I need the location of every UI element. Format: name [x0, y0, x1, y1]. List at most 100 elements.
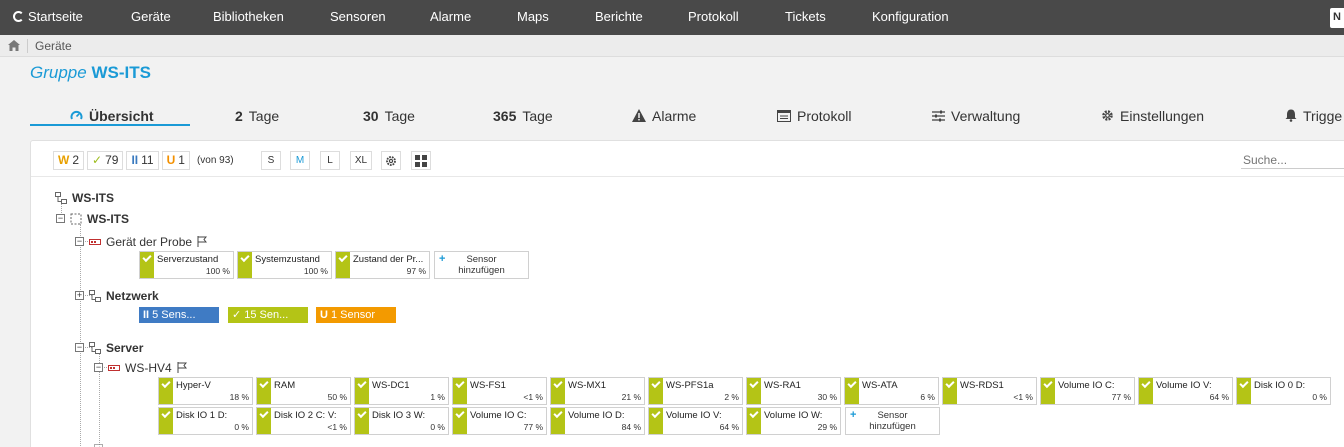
sensor-tile[interactable]: WS-RDS1 <1 %	[942, 377, 1037, 405]
flag-icon[interactable]	[197, 236, 208, 248]
sensor-tile[interactable]: Serverzustand 100 %	[139, 251, 234, 279]
unusual-counter[interactable]: U1	[161, 150, 190, 170]
sensor-tile[interactable]: Disk IO 0 D: 0 %	[1236, 377, 1331, 405]
tab-alarme[interactable]: Alarme	[632, 108, 696, 124]
sensor-value: 100 %	[205, 266, 230, 276]
sensor-tile[interactable]: Disk IO 1 D: 0 %	[158, 407, 253, 435]
ok-status-indicator	[453, 378, 467, 404]
expand-toggle[interactable]: +	[75, 291, 84, 301]
sensor-tile[interactable]: Disk IO 2 C: V: <1 %	[256, 407, 351, 435]
sensor-tile[interactable]: Volume IO V: 64 %	[1138, 377, 1233, 405]
tree-group-server[interactable]: − Server	[75, 340, 143, 355]
tile-view-button[interactable]	[411, 151, 431, 170]
tab-365-tage[interactable]: 365 Tage	[493, 108, 553, 124]
sensor-tile[interactable]: Volume IO C: 77 %	[452, 407, 547, 435]
sensor-name: Volume IO W:	[764, 410, 823, 421]
sensor-tile[interactable]: Volume IO W: 29 %	[746, 407, 841, 435]
paused-sensors-bar[interactable]: II 5 Sens...	[139, 307, 219, 323]
ok-status-indicator	[453, 408, 467, 434]
sensor-name: Disk IO 3 W:	[372, 410, 426, 421]
paused-counter[interactable]: II 11	[126, 150, 159, 170]
unusual-count: 1	[178, 153, 185, 167]
breadcrumb-item-geraete[interactable]: Geräte	[35, 39, 72, 53]
nav-bibliotheken[interactable]: Bibliotheken	[213, 9, 284, 24]
size-s-button[interactable]: S	[261, 151, 281, 170]
sensor-tile[interactable]: Volume IO D: 84 %	[550, 407, 645, 435]
tab-label: Tage	[248, 108, 280, 124]
view-settings-button[interactable]	[381, 151, 401, 170]
sensor-tile[interactable]: Hyper-V 18 %	[158, 377, 253, 405]
sensor-tile[interactable]: Volume IO V: 64 %	[648, 407, 743, 435]
tab-uebersicht[interactable]: Übersicht	[70, 108, 154, 124]
sensor-name: WS-RDS1	[960, 380, 1004, 391]
sensor-value: 77 %	[523, 422, 543, 432]
tree-device-probe[interactable]: − Gerät der Probe	[75, 234, 208, 249]
collapse-toggle[interactable]: −	[56, 214, 65, 224]
ok-counter[interactable]: ✓ 79	[87, 150, 124, 170]
tree-group-netzwerk[interactable]: + Netzwerk	[75, 288, 159, 303]
ok-sensors-bar[interactable]: ✓ 15 Sen...	[228, 307, 308, 323]
tree-probe[interactable]: − WS-ITS	[56, 211, 129, 226]
tree-next-device-partial[interactable]: −	[94, 441, 108, 447]
sensor-value: <1 %	[327, 422, 347, 432]
flag-icon[interactable]	[177, 362, 187, 374]
collapse-toggle[interactable]: −	[94, 363, 103, 373]
size-l-button[interactable]: L	[320, 151, 340, 170]
tab-protokoll[interactable]: Protokoll	[777, 108, 851, 124]
page-title-name: WS-ITS	[91, 63, 151, 82]
collapse-toggle[interactable]: −	[75, 343, 84, 353]
size-m-button[interactable]: M	[290, 151, 310, 170]
sensor-tile[interactable]: WS-RA1 30 %	[746, 377, 841, 405]
search-input[interactable]	[1241, 151, 1344, 169]
tab-trigger[interactable]: Trigge	[1285, 108, 1342, 124]
sensor-name: Volume IO V:	[1156, 380, 1212, 391]
gear-icon	[386, 156, 396, 166]
tree-root-group[interactable]: WS-ITS	[55, 190, 114, 205]
ok-status-indicator	[355, 408, 369, 434]
unusual-sensors-bar[interactable]: U1 Sensor	[316, 307, 396, 323]
add-sensor-button[interactable]: + Sensor hinzufügen	[845, 407, 940, 435]
ok-status-indicator	[649, 378, 663, 404]
tree-device-hv4[interactable]: − WS-HV4	[94, 360, 187, 375]
tab-einstellungen[interactable]: Einstellungen	[1101, 108, 1204, 124]
sensor-tile[interactable]: WS-PFS1a 2 %	[648, 377, 743, 405]
sensor-tile[interactable]: Disk IO 3 W: 0 %	[354, 407, 449, 435]
group-icon	[89, 341, 101, 354]
nav-sensoren[interactable]: Sensoren	[330, 9, 386, 24]
nav-protokoll[interactable]: Protokoll	[688, 9, 739, 24]
sensor-tile[interactable]: WS-MX1 21 %	[550, 377, 645, 405]
tab-30-tage[interactable]: 30 Tage	[363, 108, 415, 124]
ok-status-indicator	[551, 378, 565, 404]
tab-verwaltung[interactable]: Verwaltung	[932, 108, 1020, 124]
nav-konfiguration[interactable]: Konfiguration	[872, 9, 949, 24]
nav-tickets[interactable]: Tickets	[785, 9, 826, 24]
nav-alarme[interactable]: Alarme	[430, 9, 471, 24]
sensor-tile[interactable]: WS-ATA 6 %	[844, 377, 939, 405]
tab-2-tage[interactable]: 2 Tage	[235, 108, 279, 124]
sensor-value: 0 %	[1312, 392, 1327, 402]
ok-status-indicator	[257, 408, 271, 434]
sensor-tile[interactable]: Systemzustand 100 %	[237, 251, 332, 279]
sensor-tile[interactable]: Zustand der Pr... 97 %	[335, 251, 430, 279]
sensor-tile[interactable]: WS-FS1 <1 %	[452, 377, 547, 405]
ok-status-indicator	[336, 252, 350, 278]
sensor-name: RAM	[274, 380, 296, 391]
bar-label: 1 Sensor	[330, 309, 375, 321]
warning-counter[interactable]: W2	[53, 150, 85, 170]
add-sensor-button[interactable]: + Sensor hinzufügen	[434, 251, 529, 279]
home-icon[interactable]	[8, 40, 20, 51]
prtg-logo-icon	[13, 11, 24, 22]
user-menu-button[interactable]: N	[1330, 8, 1344, 28]
size-xl-button[interactable]: XL	[350, 151, 372, 170]
add-sensor-label: Sensor hinzufügen	[869, 410, 916, 432]
collapse-toggle[interactable]: −	[75, 237, 84, 247]
nav-berichte[interactable]: Berichte	[595, 9, 643, 24]
nav-startseite[interactable]: Startseite	[13, 9, 83, 24]
tab-label: Trigge	[1303, 108, 1343, 124]
nav-maps[interactable]: Maps	[517, 9, 549, 24]
sensor-tile[interactable]: WS-DC1 1 %	[354, 377, 449, 405]
sensor-value: 77 %	[1111, 392, 1131, 402]
sensor-tile[interactable]: RAM 50 %	[256, 377, 351, 405]
sensor-tile[interactable]: Volume IO C: 77 %	[1040, 377, 1135, 405]
nav-geraete[interactable]: Geräte	[131, 9, 171, 24]
